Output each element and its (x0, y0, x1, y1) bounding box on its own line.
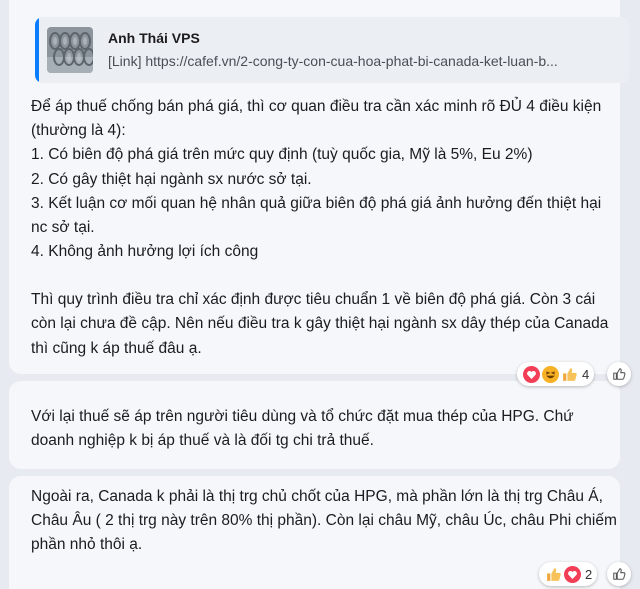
message-text-line: doanh nghiệp k bị áp thuế và là đối tg c… (31, 432, 374, 449)
message-text-line: (thường là 4): (31, 122, 126, 139)
thumbs-up-outline-icon (613, 368, 626, 380)
reaction-count: 4 (582, 366, 590, 382)
quoted-message[interactable]: Anh Thái VPS [Link] https://cafef.vn/2-c… (35, 17, 629, 83)
message-text-line: 4. Không ảnh hưởng lợi ích công (31, 243, 259, 260)
message-text-line: nc sở tại. (31, 219, 95, 236)
message-text-line: Thì quy trình điều tra chỉ xác định được… (31, 291, 596, 308)
message-text-line: Châu Âu ( 2 thị trg này trên 80% thị phầ… (31, 512, 617, 529)
message-text-line: phần nhỏ thôi ạ. (31, 536, 143, 553)
message-text-line: 1. Có biên độ phá giá trên mức quy định … (31, 146, 533, 163)
message-text-line: 3. Kết luận cơ mối quan hệ nhân quả giữa… (31, 195, 602, 212)
haha-icon (541, 365, 559, 383)
message-text-line: Ngoài ra, Canada k phải là thị trg chủ c… (31, 488, 603, 505)
message-text-line: còn lại chưa đề cập. Nên nếu điều tra k … (31, 315, 609, 332)
reaction-summary[interactable]: 2 (539, 562, 598, 586)
quote-author: Anh Thái VPS (108, 30, 200, 46)
message-text-line: 2. Có gây thiệt hại ngành sx nước sở tại… (31, 171, 312, 188)
like-icon (560, 365, 578, 383)
heart-icon (522, 365, 540, 383)
reaction-count: 2 (585, 566, 593, 582)
quote-link[interactable]: [Link] https://cafef.vn/2-cong-ty-con-cu… (108, 53, 618, 69)
message-text-line: Với lại thuế sẽ áp trên người tiêu dùng … (31, 408, 574, 425)
like-button[interactable] (607, 362, 631, 386)
thumbs-up-outline-icon (613, 568, 626, 580)
like-button[interactable] (607, 562, 631, 586)
message-text-line: thì cũng k áp thuế đâu ạ. (31, 340, 202, 357)
heart-icon (563, 565, 581, 583)
message-bubble: Với lại thuế sẽ áp trên người tiêu dùng … (9, 381, 620, 469)
message-bubble: Anh Thái VPS [Link] https://cafef.vn/2-c… (9, 0, 629, 374)
like-icon (544, 565, 562, 583)
message-bubble: Ngoài ra, Canada k phải là thị trg chủ c… (9, 476, 620, 589)
quote-thumbnail (47, 27, 93, 73)
quote-accent-bar (35, 17, 39, 83)
message-text-line: Để áp thuế chống bán phá giá, thì cơ qua… (31, 98, 602, 115)
reaction-summary[interactable]: 4 (517, 362, 595, 386)
